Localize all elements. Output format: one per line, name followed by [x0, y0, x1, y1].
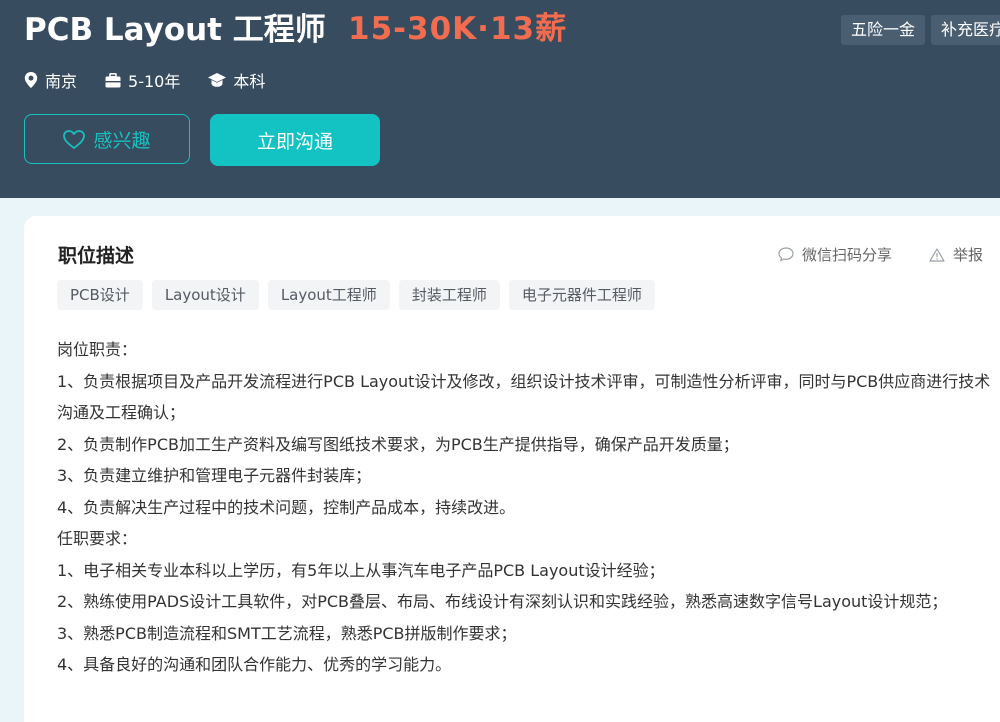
- graduation-cap-icon: [208, 73, 227, 87]
- job-experience: 5-10年: [105, 68, 180, 92]
- skill-tag: 电子元器件工程师: [508, 280, 655, 310]
- benefit-tag: 五险一金: [841, 15, 926, 45]
- job-education: 本科: [208, 68, 265, 92]
- description-line: 1、电子相关专业本科以上学历，有5年以上从事汽车电子产品PCB Layout设计…: [57, 560, 665, 580]
- job-description-text: 岗位职责： 1、负责根据项目及产品开发流程进行PCB Layout设计及修改，组…: [57, 334, 992, 681]
- description-line: 3、熟悉PCB制造流程和SMT工艺流程，熟悉PCB拼版制作要求；: [57, 623, 517, 643]
- report-label: 举报: [953, 246, 984, 264]
- description-line: 3、负责建立维护和管理电子元器件封装库；: [57, 466, 372, 485]
- skill-tags: PCB设计 Layout设计 Layout工程师 封装工程师 电子元器件工程师: [57, 280, 664, 310]
- description-line: 岗位职责：: [57, 340, 138, 359]
- description-line: 2、负责制作PCB加工生产资料及编写图纸技术要求，为PCB生产提供指导，确保产品…: [57, 434, 739, 454]
- heart-icon: [63, 129, 86, 149]
- warning-icon: [929, 247, 945, 262]
- wechat-share-link[interactable]: 微信扫码分享: [778, 244, 892, 265]
- benefit-tag: 补充医疗: [931, 15, 1000, 45]
- chat-label: 立即沟通: [256, 130, 333, 153]
- description-line: 4、具备良好的沟通和团队合作能力、优秀的学习能力。: [57, 655, 452, 674]
- job-title: PCB Layout 工程师: [24, 12, 326, 48]
- description-line: 4、负责解决生产过程中的技术问题，控制产品成本，持续改进。: [57, 497, 516, 517]
- location-pin-icon: [24, 72, 38, 88]
- skill-tag: PCB设计: [57, 280, 143, 310]
- chat-bubble-icon: [778, 247, 794, 262]
- skill-tag: Layout设计: [151, 280, 259, 310]
- salary: 15-30K·13薪: [348, 11, 568, 47]
- share-label: 微信扫码分享: [802, 246, 893, 264]
- job-location: 南京: [24, 68, 77, 92]
- description-line: 1、负责根据项目及产品开发流程进行PCB Layout设计及修改，组织设计技术评…: [57, 371, 991, 423]
- description-line: 2、熟练使用PADS设计工具软件，对PCB叠层、布局、布线设计有深刻认识和实践经…: [57, 592, 948, 611]
- job-header: PCB Layout 工程师 15-30K·13薪 五险一金 补充医疗 南京 5…: [0, 0, 1000, 198]
- description-line: 任职要求：: [57, 529, 138, 548]
- interest-label: 感兴趣: [93, 129, 151, 152]
- job-description-card: 职位描述 微信扫码分享 举报 PCB设计 Layout设计 Layout工程师 …: [24, 216, 1000, 722]
- briefcase-icon: [105, 72, 121, 87]
- section-title: 职位描述: [58, 245, 135, 267]
- location-text: 南京: [45, 72, 78, 91]
- interest-button[interactable]: 感兴趣: [24, 114, 190, 164]
- job-meta: 南京 5-10年 本科: [24, 68, 293, 92]
- chat-now-button[interactable]: 立即沟通: [210, 114, 380, 166]
- skill-tag: Layout工程师: [267, 280, 390, 310]
- skill-tag: 封装工程师: [398, 280, 500, 310]
- report-link[interactable]: 举报: [929, 244, 983, 265]
- experience-text: 5-10年: [128, 72, 181, 91]
- education-text: 本科: [233, 72, 266, 91]
